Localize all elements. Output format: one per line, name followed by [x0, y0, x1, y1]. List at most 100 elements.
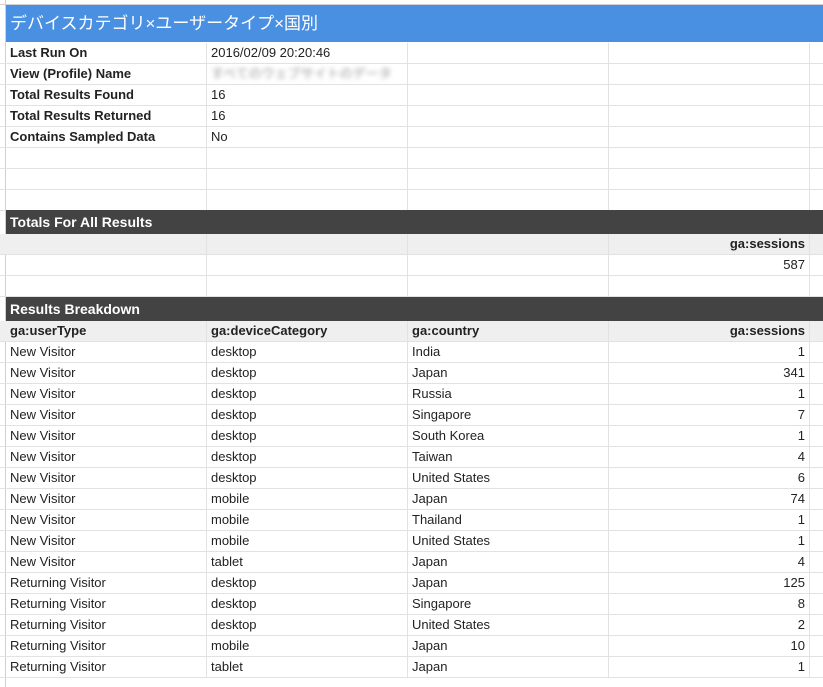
empty-cell[interactable]: [6, 148, 207, 168]
user-type-cell[interactable]: Returning Visitor: [6, 636, 207, 656]
user-type-cell[interactable]: New Visitor: [6, 552, 207, 572]
meta-label-cell[interactable]: Total Results Returned: [6, 106, 207, 126]
empty-cell[interactable]: [408, 276, 609, 296]
sessions-cell[interactable]: 1: [609, 657, 810, 677]
report-title[interactable]: デバイスカテゴリ×ユーザータイプ×国別: [6, 5, 823, 42]
breakdown-section-header[interactable]: Results Breakdown: [6, 297, 823, 321]
column-header-device-category[interactable]: ga:deviceCategory: [207, 321, 408, 341]
empty-cell[interactable]: [408, 127, 609, 147]
device-category-cell[interactable]: desktop: [207, 468, 408, 488]
device-category-cell[interactable]: desktop: [207, 405, 408, 425]
empty-cell[interactable]: [408, 255, 609, 275]
empty-cell[interactable]: [6, 234, 207, 254]
sessions-cell[interactable]: 1: [609, 531, 810, 551]
country-cell[interactable]: Japan: [408, 552, 609, 572]
empty-cell[interactable]: [207, 169, 408, 189]
country-cell[interactable]: India: [408, 342, 609, 362]
user-type-cell[interactable]: New Visitor: [6, 510, 207, 530]
empty-cell[interactable]: [207, 276, 408, 296]
empty-cell[interactable]: [408, 85, 609, 105]
device-category-cell[interactable]: mobile: [207, 531, 408, 551]
empty-cell[interactable]: [609, 148, 810, 168]
empty-cell[interactable]: [408, 169, 609, 189]
device-category-cell[interactable]: desktop: [207, 342, 408, 362]
sessions-cell[interactable]: 341: [609, 363, 810, 383]
country-cell[interactable]: Singapore: [408, 594, 609, 614]
user-type-cell[interactable]: Returning Visitor: [6, 615, 207, 635]
sessions-cell[interactable]: 2: [609, 615, 810, 635]
column-header-sessions[interactable]: ga:sessions: [609, 321, 810, 341]
empty-cell[interactable]: [6, 255, 207, 275]
column-header-country[interactable]: ga:country: [408, 321, 609, 341]
country-cell[interactable]: United States: [408, 468, 609, 488]
device-category-cell[interactable]: tablet: [207, 657, 408, 677]
empty-cell[interactable]: [609, 85, 810, 105]
user-type-cell[interactable]: New Visitor: [6, 468, 207, 488]
device-category-cell[interactable]: desktop: [207, 384, 408, 404]
user-type-cell[interactable]: New Visitor: [6, 426, 207, 446]
column-header-user-type[interactable]: ga:userType: [6, 321, 207, 341]
sessions-cell[interactable]: 6: [609, 468, 810, 488]
device-category-cell[interactable]: desktop: [207, 363, 408, 383]
user-type-cell[interactable]: New Visitor: [6, 363, 207, 383]
country-cell[interactable]: Japan: [408, 636, 609, 656]
user-type-cell[interactable]: New Visitor: [6, 405, 207, 425]
country-cell[interactable]: Japan: [408, 657, 609, 677]
sessions-cell[interactable]: 8: [609, 594, 810, 614]
empty-cell[interactable]: [6, 276, 207, 296]
device-category-cell[interactable]: mobile: [207, 510, 408, 530]
device-category-cell[interactable]: desktop: [207, 573, 408, 593]
country-cell[interactable]: South Korea: [408, 426, 609, 446]
empty-cell[interactable]: [609, 127, 810, 147]
device-category-cell[interactable]: mobile: [207, 636, 408, 656]
country-cell[interactable]: Singapore: [408, 405, 609, 425]
empty-cell[interactable]: [6, 190, 207, 210]
user-type-cell[interactable]: Returning Visitor: [6, 657, 207, 677]
country-cell[interactable]: United States: [408, 615, 609, 635]
user-type-cell[interactable]: New Visitor: [6, 531, 207, 551]
empty-cell[interactable]: [408, 234, 609, 254]
empty-cell[interactable]: [609, 64, 810, 84]
totals-column-header[interactable]: ga:sessions: [609, 234, 810, 254]
country-cell[interactable]: Taiwan: [408, 447, 609, 467]
sessions-cell[interactable]: 1: [609, 426, 810, 446]
user-type-cell[interactable]: Returning Visitor: [6, 573, 207, 593]
country-cell[interactable]: United States: [408, 531, 609, 551]
empty-cell[interactable]: [408, 190, 609, 210]
empty-cell[interactable]: [207, 234, 408, 254]
meta-value-cell[interactable]: 16: [207, 106, 408, 126]
meta-label-cell[interactable]: Contains Sampled Data: [6, 127, 207, 147]
user-type-cell[interactable]: New Visitor: [6, 489, 207, 509]
country-cell[interactable]: Russia: [408, 384, 609, 404]
device-category-cell[interactable]: mobile: [207, 489, 408, 509]
device-category-cell[interactable]: desktop: [207, 447, 408, 467]
sessions-cell[interactable]: 1: [609, 342, 810, 362]
sessions-cell[interactable]: 10: [609, 636, 810, 656]
empty-cell[interactable]: [408, 106, 609, 126]
user-type-cell[interactable]: New Visitor: [6, 384, 207, 404]
country-cell[interactable]: Japan: [408, 489, 609, 509]
empty-cell[interactable]: [408, 64, 609, 84]
sessions-cell[interactable]: 125: [609, 573, 810, 593]
empty-cell[interactable]: [207, 190, 408, 210]
empty-cell[interactable]: [408, 43, 609, 63]
empty-cell[interactable]: [6, 169, 207, 189]
empty-cell[interactable]: [609, 276, 810, 296]
empty-cell[interactable]: [609, 106, 810, 126]
device-category-cell[interactable]: desktop: [207, 594, 408, 614]
meta-label-cell[interactable]: View (Profile) Name: [6, 64, 207, 84]
meta-label-cell[interactable]: Total Results Found: [6, 85, 207, 105]
sessions-cell[interactable]: 1: [609, 384, 810, 404]
meta-value-cell[interactable]: 2016/02/09 20:20:46: [207, 43, 408, 63]
sessions-cell[interactable]: 7: [609, 405, 810, 425]
meta-value-cell[interactable]: No: [207, 127, 408, 147]
user-type-cell[interactable]: New Visitor: [6, 342, 207, 362]
totals-section-header[interactable]: Totals For All Results: [6, 210, 823, 234]
device-category-cell[interactable]: desktop: [207, 426, 408, 446]
sessions-cell[interactable]: 4: [609, 447, 810, 467]
empty-cell[interactable]: [609, 169, 810, 189]
totals-sessions-value[interactable]: 587: [609, 255, 810, 275]
user-type-cell[interactable]: Returning Visitor: [6, 594, 207, 614]
empty-cell[interactable]: [609, 43, 810, 63]
country-cell[interactable]: Thailand: [408, 510, 609, 530]
